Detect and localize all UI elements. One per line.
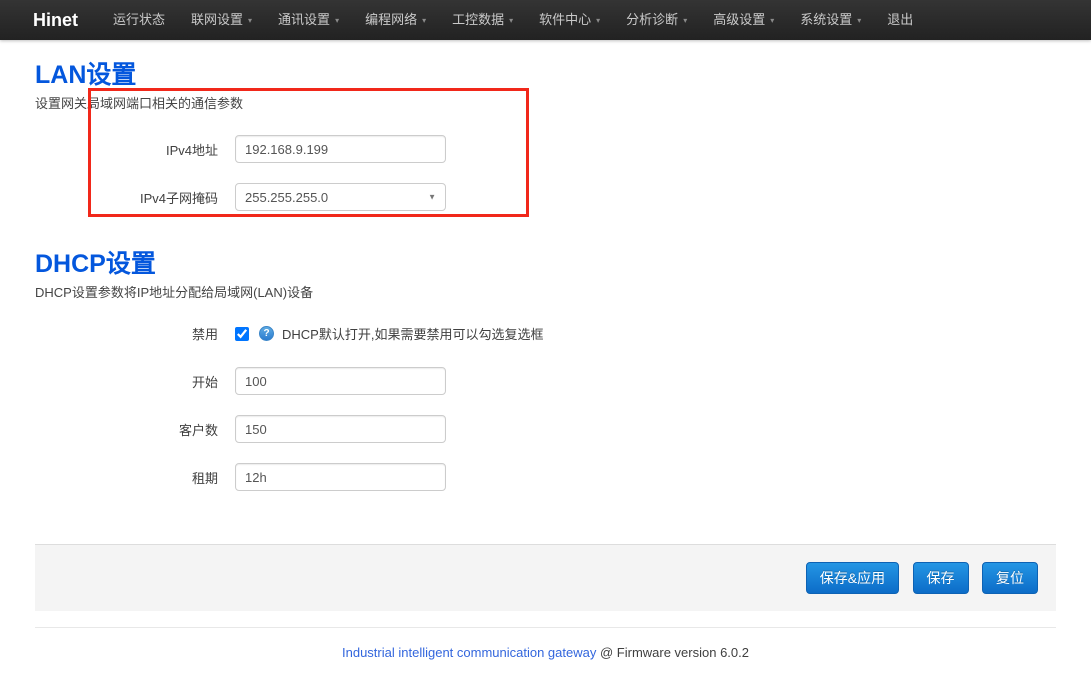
reset-button[interactable]: 复位: [982, 562, 1038, 594]
page-action-bar: 保存&应用 保存 复位: [35, 544, 1056, 611]
dhcp-clients-row: 客户数: [35, 415, 1056, 443]
page-footer: Industrial intelligent communication gat…: [0, 628, 1091, 677]
chevron-down-icon: ▾: [248, 13, 252, 29]
save-apply-button[interactable]: 保存&应用: [806, 562, 899, 594]
dhcp-start-input[interactable]: [235, 367, 446, 395]
chevron-down-icon: ▾: [509, 13, 513, 29]
dhcp-start-row: 开始: [35, 367, 1056, 395]
nav-item-logout[interactable]: 退出: [877, 0, 923, 40]
dhcp-section-description: DHCP设置参数将IP地址分配给局域网(LAN)设备: [35, 285, 1056, 300]
help-question-icon: ?: [259, 326, 274, 341]
firmware-version-text: @ Firmware version 6.0.2: [596, 645, 749, 660]
chevron-down-icon: ▾: [683, 13, 687, 29]
save-button[interactable]: 保存: [913, 562, 969, 594]
dhcp-disable-label: 禁用: [35, 324, 218, 343]
dhcp-disable-row: 禁用 ? DHCP默认打开,如果需要禁用可以勾选复选框: [35, 324, 1056, 343]
dhcp-clients-label: 客户数: [35, 420, 218, 439]
nav-item-network-settings[interactable]: 联网设置▾: [181, 0, 262, 41]
nav-item-diagnostics[interactable]: 分析诊断▾: [616, 0, 697, 41]
brand-logo[interactable]: Hinet: [0, 0, 100, 40]
dhcp-settings-section: DHCP设置 DHCP设置参数将IP地址分配给局域网(LAN)设备 禁用 ? D…: [35, 249, 1056, 491]
top-navbar: Hinet 运行状态 联网设置▾ 通讯设置▾ 编程网络▾ 工控数据▾ 软件中心▾…: [0, 0, 1091, 40]
ipv4-netmask-row: IPv4子网掩码 255.255.255.0 ▼: [35, 183, 1056, 211]
chevron-down-icon: ▾: [857, 13, 861, 29]
chevron-down-icon: ▾: [422, 13, 426, 29]
dhcp-start-label: 开始: [35, 372, 218, 391]
dhcp-lease-input[interactable]: [235, 463, 446, 491]
dhcp-lease-row: 租期: [35, 463, 1056, 491]
ipv4-address-input[interactable]: [235, 135, 446, 163]
dhcp-section-title: DHCP设置: [35, 249, 1056, 279]
ipv4-address-row: IPv4地址: [35, 135, 1056, 163]
lan-section-title: LAN设置: [35, 40, 1056, 90]
chevron-down-icon: ▾: [335, 13, 339, 29]
gateway-footer-link[interactable]: Industrial intelligent communication gat…: [342, 645, 596, 660]
nav-item-status[interactable]: 运行状态: [103, 0, 175, 40]
nav-item-programming-network[interactable]: 编程网络▾: [355, 0, 436, 41]
dhcp-disable-checkbox[interactable]: [235, 327, 249, 341]
dhcp-clients-input[interactable]: [235, 415, 446, 443]
nav-item-advanced-settings[interactable]: 高级设置▾: [703, 0, 784, 41]
nav-item-industrial-data[interactable]: 工控数据▾: [442, 0, 523, 41]
nav-menu: 运行状态 联网设置▾ 通讯设置▾ 编程网络▾ 工控数据▾ 软件中心▾ 分析诊断▾…: [100, 0, 926, 40]
nav-item-software-center[interactable]: 软件中心▾: [529, 0, 610, 41]
chevron-down-icon: ▾: [770, 13, 774, 29]
lan-section-description: 设置网关局域网端口相关的通信参数: [35, 96, 1056, 111]
dhcp-disable-hint: DHCP默认打开,如果需要禁用可以勾选复选框: [282, 324, 543, 343]
ipv4-netmask-select[interactable]: 255.255.255.0: [235, 183, 446, 211]
nav-item-system-settings[interactable]: 系统设置▾: [790, 0, 871, 41]
chevron-down-icon: ▾: [596, 13, 600, 29]
nav-item-comm-settings[interactable]: 通讯设置▾: [268, 0, 349, 41]
ipv4-netmask-label: IPv4子网掩码: [35, 188, 218, 207]
ipv4-address-label: IPv4地址: [35, 140, 218, 159]
dhcp-lease-label: 租期: [35, 468, 218, 487]
lan-settings-section: LAN设置 设置网关局域网端口相关的通信参数 IPv4地址 IPv4子网掩码 2…: [35, 40, 1056, 211]
